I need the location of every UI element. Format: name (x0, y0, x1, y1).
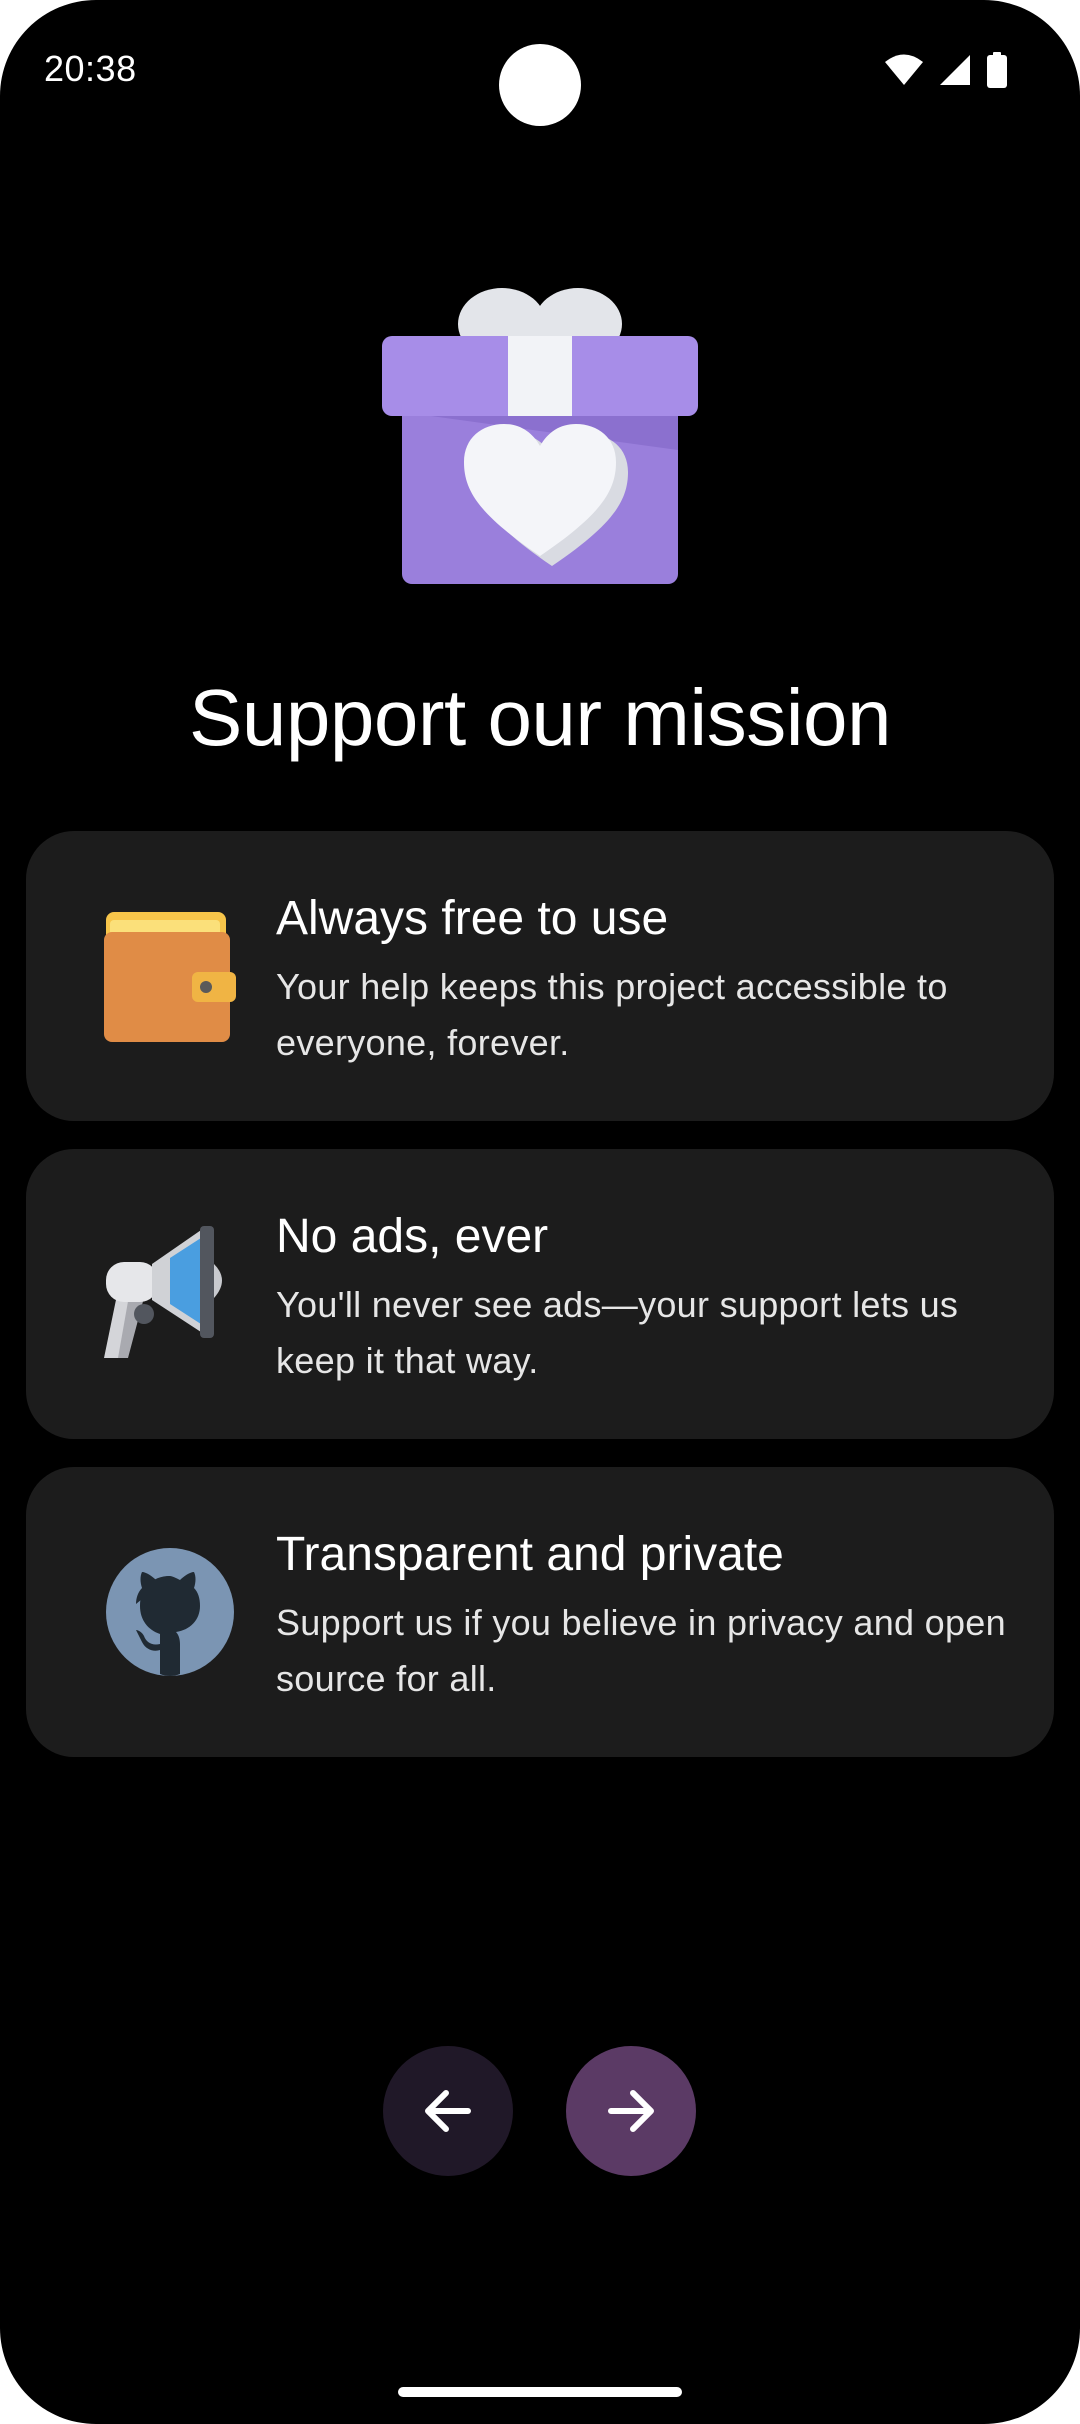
status-icons (884, 52, 1008, 88)
github-icon (106, 1548, 234, 1676)
card-title: Always free to use (276, 892, 669, 945)
card-description: Your help keeps this project accessible … (276, 966, 948, 1063)
arrow-left-icon (425, 2090, 471, 2132)
camera-cutout (499, 44, 581, 126)
megaphone-icon (104, 1226, 222, 1358)
feature-card-private: Transparent and private Support us if yo… (26, 1467, 1054, 1757)
screen: 20:38 Support our mission Always free to… (0, 0, 1080, 2424)
wifi-icon (885, 54, 923, 85)
feature-card-no-ads: No ads, ever You'll never see ads—your s… (26, 1149, 1054, 1439)
page-title: Support our mission (189, 673, 891, 762)
card-title: Transparent and private (276, 1528, 784, 1581)
wallet-icon (104, 912, 236, 1042)
cellular-signal-icon (940, 55, 970, 85)
card-description: Support us if you believe in privacy and… (276, 1602, 1006, 1699)
next-button[interactable] (566, 2046, 696, 2176)
card-title: No ads, ever (276, 1210, 549, 1263)
status-bar: 20:38 (0, 0, 1080, 140)
feature-card-free: Always free to use Your help keeps this … (26, 831, 1054, 1121)
gift-heart-icon (382, 288, 698, 584)
status-time: 20:38 (44, 48, 137, 89)
home-indicator[interactable] (398, 2387, 682, 2397)
back-button[interactable] (383, 2046, 513, 2176)
card-description: You'll never see ads—your support lets u… (276, 1284, 959, 1381)
arrow-right-icon (608, 2090, 654, 2132)
battery-icon (987, 52, 1007, 88)
